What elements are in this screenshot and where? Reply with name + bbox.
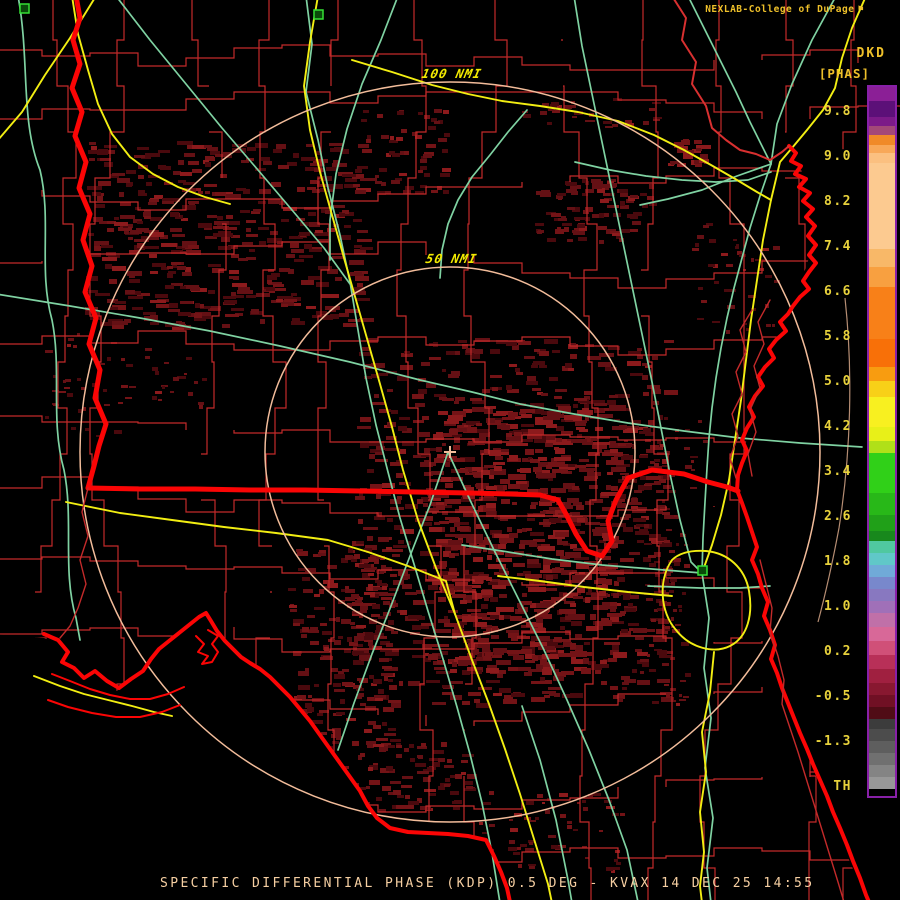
colorbar-segment xyxy=(869,153,895,163)
colorbar-segment xyxy=(869,683,895,695)
colorbar-segment xyxy=(869,627,895,641)
colorbar-segment xyxy=(869,741,895,753)
colorbar-segment xyxy=(869,565,895,577)
radar-display: NEXLAB-College of DuPage ⚑ DKD [PHAS] 9.… xyxy=(0,0,900,900)
colorbar-segment xyxy=(869,669,895,683)
colorbar-segment xyxy=(869,126,895,135)
product-caption: SPECIFIC DIFFERENTIAL PHASE (KDP) 0.5 DE… xyxy=(160,876,815,891)
colorbar-segment xyxy=(869,589,895,601)
colorbar-segment xyxy=(869,765,895,777)
route-shield-icon xyxy=(19,3,30,14)
cod-flag-icon: ⚑ xyxy=(857,3,864,15)
radar-map-canvas xyxy=(0,0,900,900)
colorbar-segment xyxy=(869,695,895,707)
colorbar-segment xyxy=(869,87,895,101)
colorbar-segment xyxy=(869,577,895,589)
colorbar-segment xyxy=(869,339,895,367)
colorbar-segment xyxy=(869,601,895,613)
product-code: DKD xyxy=(856,46,886,61)
colorbar-segment xyxy=(869,267,895,287)
colorbar-segment xyxy=(869,541,895,553)
colorbar-segment xyxy=(869,493,895,515)
colorbar-segment xyxy=(869,135,895,145)
colorbar-segment xyxy=(869,101,895,117)
colorbar-segment xyxy=(869,163,895,249)
colorbar-segment xyxy=(869,655,895,669)
colorbar-segment xyxy=(869,397,895,427)
header: NEXLAB-College of DuPage ⚑ xyxy=(705,4,864,15)
colorbar-segment xyxy=(869,729,895,741)
colorbar-segment xyxy=(869,719,895,729)
route-shield-icon xyxy=(697,565,708,576)
colorbar-segment xyxy=(869,707,895,719)
colorbar-segment xyxy=(869,777,895,789)
colorbar-segment xyxy=(869,249,895,267)
radar-echoes xyxy=(45,98,780,873)
colorbar-segment xyxy=(869,553,895,565)
colorbar-segment xyxy=(869,753,895,765)
colorbar xyxy=(867,85,897,798)
header-title: NEXLAB-College of DuPage xyxy=(705,4,855,15)
units-label: [PHAS] xyxy=(818,66,870,81)
colorbar-segment xyxy=(869,367,895,381)
colorbar-segment xyxy=(869,531,895,541)
colorbar-segment xyxy=(869,453,895,493)
ring-label-100nmi: 100 NMI xyxy=(420,66,484,81)
colorbar-segment xyxy=(869,427,895,441)
colorbar-segment xyxy=(869,145,895,153)
colorbar-segment xyxy=(869,789,895,794)
colorbar-segment xyxy=(869,287,895,339)
colorbar-segment xyxy=(869,117,895,126)
offshore-line xyxy=(817,297,851,623)
colorbar-segment xyxy=(869,515,895,531)
route-shield-icon xyxy=(313,9,324,20)
colorbar-segment xyxy=(869,381,895,397)
ring-label-50nmi: 50 NMI xyxy=(424,251,479,266)
colorbar-segment xyxy=(869,641,895,655)
colorbar-segment xyxy=(869,441,895,453)
colorbar-segment xyxy=(869,613,895,627)
